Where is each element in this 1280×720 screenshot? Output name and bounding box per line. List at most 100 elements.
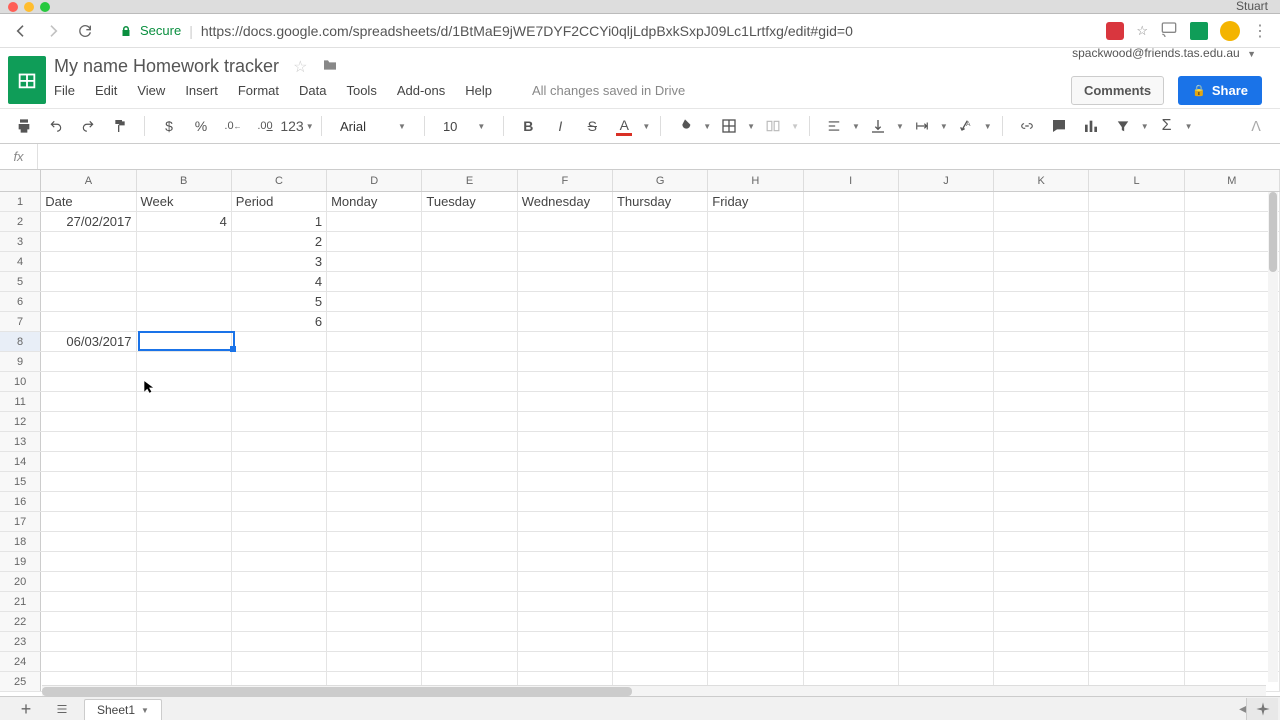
- cell[interactable]: [613, 632, 708, 651]
- merge-button[interactable]: [759, 112, 787, 140]
- cell[interactable]: [41, 632, 136, 651]
- cell[interactable]: [422, 412, 517, 431]
- cell[interactable]: [137, 372, 232, 391]
- cell[interactable]: [422, 252, 517, 271]
- cell[interactable]: [1089, 192, 1184, 211]
- cell[interactable]: [1185, 512, 1280, 531]
- account-email[interactable]: spackwood@friends.tas.edu.au ▼: [1072, 46, 1280, 60]
- cell[interactable]: [137, 572, 232, 591]
- cell[interactable]: [613, 272, 708, 291]
- print-icon[interactable]: [10, 112, 38, 140]
- cell[interactable]: [613, 212, 708, 231]
- cell[interactable]: 4: [137, 212, 232, 231]
- cell[interactable]: [804, 532, 899, 551]
- font-size-select[interactable]: 10▼: [435, 119, 493, 134]
- menu-edit[interactable]: Edit: [95, 83, 117, 98]
- cell[interactable]: [613, 472, 708, 491]
- cell[interactable]: [994, 532, 1089, 551]
- profile-avatar-icon[interactable]: [1220, 21, 1240, 41]
- column-header-K[interactable]: K: [994, 170, 1089, 191]
- cell[interactable]: [1185, 532, 1280, 551]
- cell[interactable]: [137, 432, 232, 451]
- cell[interactable]: [1185, 352, 1280, 371]
- cell[interactable]: [899, 212, 994, 231]
- fill-dropdown[interactable]: ▼: [703, 122, 711, 131]
- cell[interactable]: [804, 592, 899, 611]
- wrap-button[interactable]: [908, 112, 936, 140]
- row-header[interactable]: 5: [0, 272, 41, 291]
- borders-dropdown[interactable]: ▼: [747, 122, 755, 131]
- fx-label[interactable]: fx: [0, 144, 38, 169]
- menu-insert[interactable]: Insert: [185, 83, 218, 98]
- row-header[interactable]: 20: [0, 572, 41, 591]
- cell[interactable]: [613, 452, 708, 471]
- cell[interactable]: [422, 592, 517, 611]
- cell[interactable]: [518, 372, 613, 391]
- cell[interactable]: [708, 252, 803, 271]
- cell[interactable]: [1089, 552, 1184, 571]
- cell[interactable]: [1089, 412, 1184, 431]
- cell[interactable]: [41, 432, 136, 451]
- cell[interactable]: [1089, 452, 1184, 471]
- cell[interactable]: [232, 412, 327, 431]
- cell[interactable]: [518, 252, 613, 271]
- cell[interactable]: 1: [232, 212, 327, 231]
- row-header[interactable]: 25: [0, 672, 41, 691]
- cell[interactable]: [232, 572, 327, 591]
- cell[interactable]: [232, 472, 327, 491]
- column-header-L[interactable]: L: [1089, 170, 1184, 191]
- cell[interactable]: [518, 432, 613, 451]
- cell[interactable]: [422, 572, 517, 591]
- cell[interactable]: [613, 372, 708, 391]
- strike-button[interactable]: S: [578, 112, 606, 140]
- cell[interactable]: [708, 512, 803, 531]
- cell[interactable]: 6: [232, 312, 327, 331]
- cell[interactable]: [327, 612, 422, 631]
- cell[interactable]: [137, 472, 232, 491]
- all-sheets-button[interactable]: [48, 698, 76, 720]
- cell[interactable]: [804, 512, 899, 531]
- cell[interactable]: [899, 372, 994, 391]
- cell[interactable]: [804, 212, 899, 231]
- cell[interactable]: [899, 192, 994, 211]
- chrome-profile-name[interactable]: Stuart: [1236, 0, 1268, 13]
- cell[interactable]: [804, 292, 899, 311]
- cell[interactable]: [41, 232, 136, 251]
- cell[interactable]: Period: [232, 192, 327, 211]
- row-header[interactable]: 7: [0, 312, 41, 331]
- redo-icon[interactable]: [74, 112, 102, 140]
- cell[interactable]: [994, 252, 1089, 271]
- bold-button[interactable]: B: [514, 112, 542, 140]
- cell[interactable]: [899, 572, 994, 591]
- cell[interactable]: Thursday: [613, 192, 708, 211]
- cell[interactable]: [422, 492, 517, 511]
- cell[interactable]: [41, 392, 136, 411]
- cell[interactable]: [1185, 392, 1280, 411]
- cell[interactable]: 27/02/2017: [41, 212, 136, 231]
- cell[interactable]: [422, 312, 517, 331]
- cell[interactable]: [994, 292, 1089, 311]
- cell[interactable]: [327, 312, 422, 331]
- cell[interactable]: [422, 452, 517, 471]
- row-header[interactable]: 11: [0, 392, 41, 411]
- cell[interactable]: [518, 612, 613, 631]
- cell[interactable]: [899, 512, 994, 531]
- cell[interactable]: [708, 492, 803, 511]
- cell[interactable]: [327, 252, 422, 271]
- cell[interactable]: [613, 592, 708, 611]
- cell[interactable]: 4: [232, 272, 327, 291]
- row-header[interactable]: 19: [0, 552, 41, 571]
- column-header-M[interactable]: M: [1185, 170, 1280, 191]
- cell[interactable]: [41, 572, 136, 591]
- row-header[interactable]: 15: [0, 472, 41, 491]
- cell[interactable]: [518, 212, 613, 231]
- cell[interactable]: [994, 192, 1089, 211]
- cell[interactable]: [804, 652, 899, 671]
- cell[interactable]: [422, 632, 517, 651]
- cell[interactable]: [1185, 292, 1280, 311]
- cell[interactable]: [232, 352, 327, 371]
- decrease-decimal[interactable]: .0←: [219, 112, 247, 140]
- cell[interactable]: [137, 292, 232, 311]
- cell[interactable]: [41, 452, 136, 471]
- hscroll-thumb[interactable]: [42, 687, 632, 696]
